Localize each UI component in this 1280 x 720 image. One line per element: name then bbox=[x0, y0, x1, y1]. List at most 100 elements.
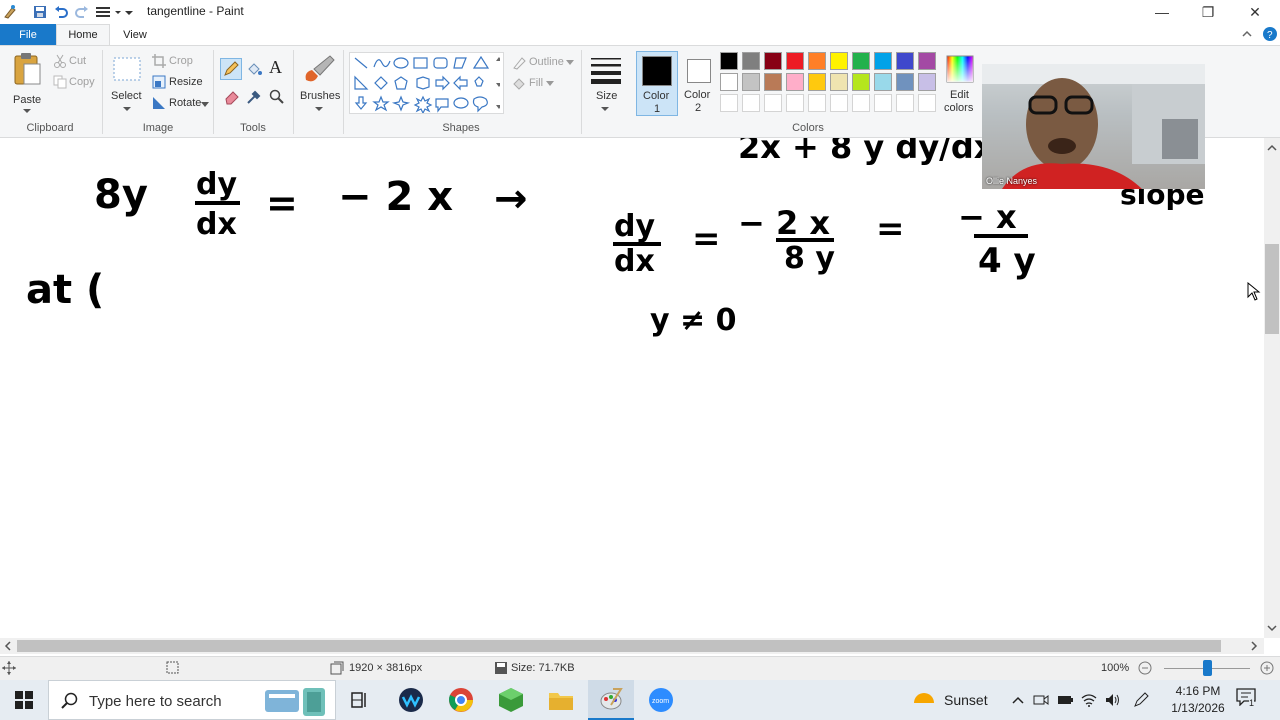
custom-color-slot[interactable] bbox=[764, 94, 782, 112]
shapes-group-label: Shapes bbox=[442, 122, 480, 134]
palette-swatch[interactable] bbox=[874, 52, 892, 70]
palette-swatch[interactable] bbox=[852, 52, 870, 70]
wifi-icon[interactable] bbox=[1081, 692, 1097, 708]
tab-file[interactable]: File bbox=[0, 24, 56, 45]
crop-button[interactable]: Crop bbox=[169, 55, 193, 67]
palette-swatch[interactable] bbox=[918, 52, 936, 70]
restore-button[interactable]: ❐ bbox=[1185, 0, 1231, 24]
palette-swatch[interactable] bbox=[786, 73, 804, 91]
customize-toolbar-icon[interactable] bbox=[95, 4, 123, 20]
fill-button[interactable]: Fill bbox=[529, 77, 543, 89]
palette-swatch[interactable] bbox=[742, 73, 760, 91]
color1-button[interactable]: Color 1 bbox=[636, 51, 678, 116]
horizontal-scroll-thumb[interactable] bbox=[17, 640, 1221, 652]
minimize-button[interactable]: — bbox=[1139, 0, 1185, 24]
custom-color-slot[interactable] bbox=[742, 94, 760, 112]
search-box[interactable]: Type here to search bbox=[48, 680, 336, 720]
copy-button[interactable]: Copy bbox=[69, 76, 95, 88]
palette-swatch[interactable] bbox=[720, 52, 738, 70]
scroll-right-icon[interactable] bbox=[1246, 638, 1262, 654]
undo-icon[interactable] bbox=[53, 4, 69, 20]
fill-bucket-icon[interactable] bbox=[246, 61, 262, 80]
palette-swatch[interactable] bbox=[764, 52, 782, 70]
color-picker-icon[interactable] bbox=[246, 89, 262, 108]
geogebra-3d-icon[interactable] bbox=[498, 687, 524, 713]
palette-swatch[interactable] bbox=[918, 73, 936, 91]
vertical-scrollbar[interactable] bbox=[1264, 138, 1280, 638]
show-hidden-icons[interactable] bbox=[1011, 693, 1025, 707]
notification-center-button[interactable]: 1 bbox=[1236, 688, 1258, 710]
zoom-out-icon[interactable] bbox=[1138, 661, 1152, 675]
save-icon[interactable] bbox=[32, 4, 48, 20]
clock-time[interactable]: 4:16 PM bbox=[1170, 684, 1226, 698]
custom-color-slot[interactable] bbox=[720, 94, 738, 112]
color2-button[interactable]: Color 2 bbox=[680, 51, 718, 116]
custom-color-slot[interactable] bbox=[874, 94, 892, 112]
line-width-icon bbox=[591, 58, 621, 84]
zoom-app-icon[interactable]: zoom bbox=[648, 687, 674, 713]
redo-icon[interactable] bbox=[74, 4, 90, 20]
eraser-icon[interactable] bbox=[224, 89, 240, 108]
select-button[interactable]: Select bbox=[108, 52, 146, 116]
zoom-slider-thumb[interactable] bbox=[1203, 660, 1212, 676]
custom-color-slot[interactable] bbox=[808, 94, 826, 112]
file-explorer-icon[interactable] bbox=[548, 687, 574, 713]
tab-home[interactable]: Home bbox=[56, 24, 110, 45]
palette-swatch[interactable] bbox=[896, 52, 914, 70]
chrome-icon[interactable] bbox=[448, 687, 474, 713]
pencil-icon[interactable] bbox=[220, 58, 242, 80]
weather-label[interactable]: Sunset bbox=[944, 692, 988, 708]
drawing-canvas[interactable]: 8y dy dx = − 2 x → at ( 2x + 8 y dy/dx s… bbox=[0, 128, 1264, 638]
task-view-icon[interactable] bbox=[350, 690, 370, 710]
collapse-ribbon-icon[interactable] bbox=[1241, 28, 1253, 43]
palette-swatch[interactable] bbox=[764, 73, 782, 91]
vertical-scroll-thumb[interactable] bbox=[1265, 244, 1279, 334]
scroll-down-icon[interactable] bbox=[1264, 620, 1280, 636]
volume-icon[interactable] bbox=[1105, 692, 1121, 708]
edit-colors-label-line1: Edit bbox=[950, 89, 969, 101]
palette-swatch[interactable] bbox=[874, 73, 892, 91]
clock-date[interactable]: 1/13/2026 bbox=[1163, 701, 1233, 715]
cut-button[interactable]: Cut bbox=[69, 55, 86, 67]
scroll-up-icon[interactable] bbox=[1264, 140, 1280, 156]
palette-swatch[interactable] bbox=[742, 52, 760, 70]
palette-swatch[interactable] bbox=[808, 73, 826, 91]
palette-swatch[interactable] bbox=[786, 52, 804, 70]
dropdown-icon[interactable] bbox=[124, 4, 134, 20]
battery-icon[interactable] bbox=[1057, 692, 1073, 708]
custom-color-slot[interactable] bbox=[786, 94, 804, 112]
shapes-gallery[interactable] bbox=[349, 52, 504, 115]
palette-swatch[interactable] bbox=[852, 73, 870, 91]
paint-app-icon[interactable] bbox=[2, 4, 18, 20]
paint-taskbar-button[interactable] bbox=[588, 680, 634, 720]
custom-color-slot[interactable] bbox=[830, 94, 848, 112]
help-icon[interactable]: ? bbox=[1262, 26, 1278, 45]
webex-icon[interactable] bbox=[398, 687, 424, 713]
edit-colors-button[interactable]: Edit colors bbox=[942, 51, 978, 116]
resize-button[interactable]: Resize bbox=[169, 76, 203, 88]
palette-swatch[interactable] bbox=[830, 73, 848, 91]
tab-view[interactable]: View bbox=[112, 24, 158, 45]
magnifier-icon[interactable] bbox=[269, 89, 285, 108]
palette-swatch[interactable] bbox=[896, 73, 914, 91]
rotate-button[interactable]: Rotate bbox=[169, 97, 201, 109]
text-tool-icon[interactable]: A bbox=[269, 57, 282, 78]
palette-swatch[interactable] bbox=[720, 73, 738, 91]
custom-color-slot[interactable] bbox=[918, 94, 936, 112]
custom-color-slot[interactable] bbox=[896, 94, 914, 112]
custom-color-slot[interactable] bbox=[852, 94, 870, 112]
scroll-left-icon[interactable] bbox=[0, 638, 16, 654]
outline-button[interactable]: Outline bbox=[529, 56, 564, 68]
horizontal-scrollbar[interactable] bbox=[0, 638, 1264, 654]
palette-swatch[interactable] bbox=[830, 52, 848, 70]
paste-button[interactable]: Paste bbox=[8, 50, 46, 116]
eq1-arrow: → bbox=[494, 176, 528, 222]
size-button[interactable]: Size bbox=[586, 52, 626, 116]
meet-now-icon[interactable] bbox=[1033, 692, 1049, 708]
zoom-in-icon[interactable] bbox=[1260, 661, 1274, 675]
pen-menu-icon[interactable] bbox=[1133, 692, 1149, 708]
brushes-button[interactable]: Brushes bbox=[298, 52, 340, 116]
windows-start-icon[interactable] bbox=[15, 691, 33, 709]
palette-swatch[interactable] bbox=[808, 52, 826, 70]
close-button[interactable]: ✕ bbox=[1232, 0, 1278, 24]
